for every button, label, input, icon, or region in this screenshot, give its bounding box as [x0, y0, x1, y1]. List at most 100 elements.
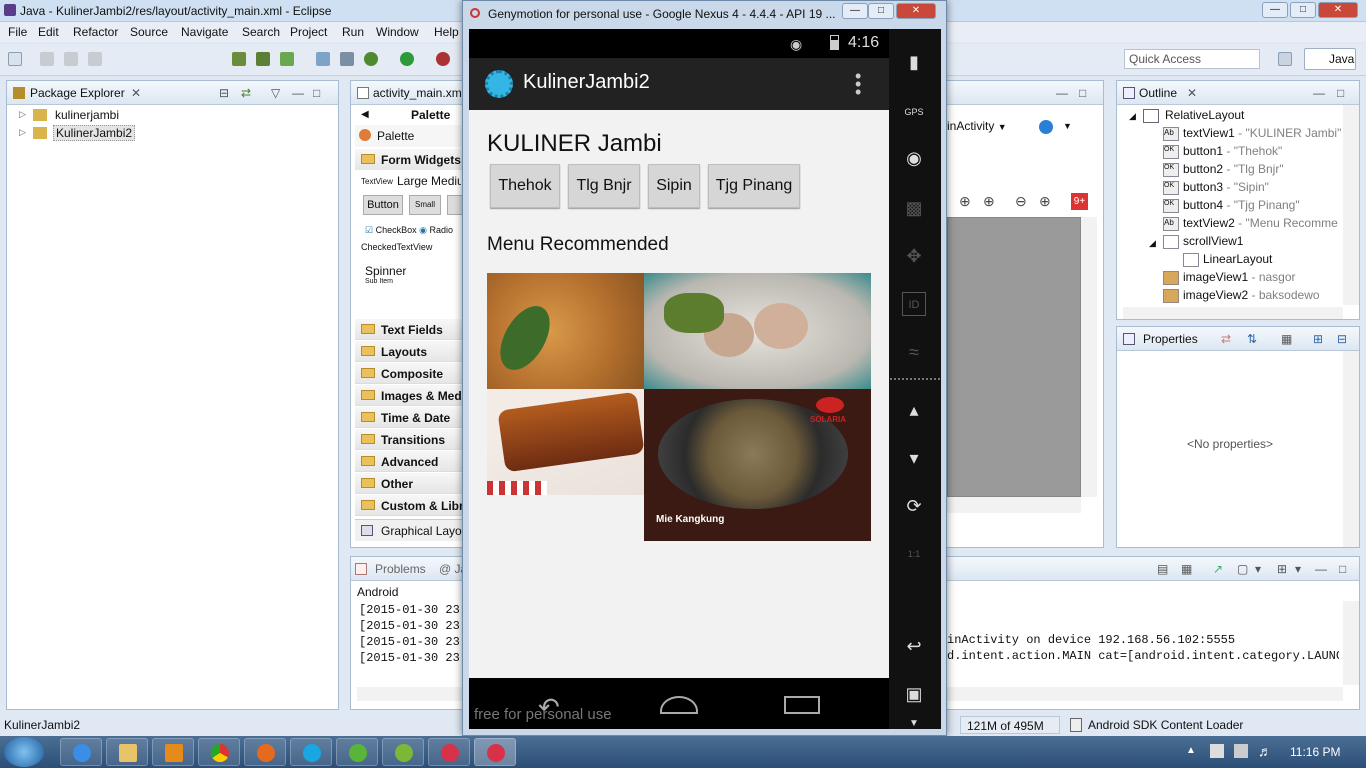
taskbar-genymotion[interactable] — [428, 738, 470, 766]
skip-breakpoints-icon[interactable] — [340, 52, 354, 66]
menu-refactor[interactable]: Refactor — [73, 25, 118, 39]
app-logo-icon[interactable] — [485, 70, 513, 98]
rotate-icon[interactable]: ⟳ — [902, 494, 926, 518]
taskbar-genymotion-device[interactable] — [474, 738, 516, 766]
expand-all-icon[interactable]: ⊞ — [1313, 332, 1323, 346]
palette-checkedtextview[interactable]: CheckedTextView — [361, 242, 432, 252]
food-image-nasgor[interactable] — [487, 273, 644, 389]
palette-checkbox[interactable]: ☑ CheckBox ◉ Radio — [365, 225, 453, 236]
start-button[interactable] — [4, 737, 44, 767]
minimize-view-icon[interactable]: — — [1315, 562, 1327, 576]
dropdown-arrow-icon[interactable]: ▾ — [1255, 562, 1261, 576]
link-editor-icon[interactable]: ⇄ — [241, 86, 251, 100]
open-console-icon[interactable]: ⊞ — [1277, 562, 1287, 576]
scale-icon[interactable]: 1:1 — [902, 542, 926, 566]
volume-down-icon[interactable]: ▾ — [902, 446, 926, 470]
palette-custom-libraries[interactable]: Custom & Libr — [355, 495, 465, 516]
palette-text-fields[interactable]: Text Fields — [355, 319, 465, 340]
outline-node-imageview1[interactable]: imageView1 - nasgor — [1183, 270, 1296, 284]
outline-node-textview1[interactable]: textView1 - "KULINER Jambi" — [1183, 126, 1357, 140]
volume-up-icon[interactable]: ▴ — [902, 398, 926, 422]
android-sdk-icon[interactable] — [232, 52, 246, 66]
gps-widget-icon[interactable]: GPS — [902, 98, 926, 122]
activity-selector[interactable]: inActivity ▼ — [947, 119, 1007, 133]
view-menu-icon[interactable]: ▽ — [271, 86, 280, 100]
console-vertical-scrollbar[interactable] — [1343, 601, 1359, 685]
tray-arrow-icon[interactable]: ▲ — [1186, 745, 1196, 756]
taskbar-media[interactable] — [152, 738, 194, 766]
genymotion-close-button[interactable]: ✕ — [896, 3, 936, 19]
button-tjg-pinang[interactable]: Tjg Pinang — [708, 164, 800, 208]
outline-node-textview2[interactable]: textView2 - "Menu Recomme — [1183, 216, 1357, 230]
taskbar-skype[interactable] — [290, 738, 332, 766]
package-explorer-tab[interactable]: Package Explorer — [30, 86, 125, 100]
button-sipin[interactable]: Sipin — [648, 164, 700, 208]
run-icon[interactable] — [400, 52, 414, 66]
outline-horizontal-scrollbar[interactable] — [1123, 307, 1343, 319]
menu-help[interactable]: Help — [434, 25, 459, 39]
recents-nav-icon[interactable] — [784, 696, 820, 714]
sort-alpha-icon[interactable]: ⇅ — [1247, 332, 1257, 346]
outline-tab[interactable]: Outline — [1139, 86, 1177, 100]
collapse-arrow-icon[interactable]: ◢ — [1149, 238, 1156, 249]
maximize-view-icon[interactable]: □ — [313, 86, 320, 100]
taskbar-utorrent[interactable] — [382, 738, 424, 766]
print-icon[interactable] — [88, 52, 102, 66]
recent-apps-icon[interactable]: ▣ — [902, 682, 926, 706]
minimize-button[interactable]: — — [1262, 2, 1288, 18]
outline-node-button3[interactable]: button3 - "Sipin" — [1183, 180, 1269, 194]
scroll-lock-icon[interactable]: ▦ — [1181, 562, 1192, 576]
save-all-icon[interactable] — [64, 52, 78, 66]
menu-navigate[interactable]: Navigate — [181, 25, 228, 39]
zoom-out-icon[interactable]: ⊖ — [1015, 193, 1027, 210]
tray-power-icon[interactable] — [1234, 744, 1248, 758]
button-tlg-bnjr[interactable]: Tlg Bnjr — [568, 164, 640, 208]
advanced-properties-icon[interactable]: ▦ — [1281, 332, 1292, 346]
taskbar-ie[interactable] — [60, 738, 102, 766]
battery-widget-icon[interactable]: ▮ — [902, 50, 926, 74]
tray-network-icon[interactable] — [1210, 744, 1224, 758]
palette-advanced[interactable]: Advanced — [355, 451, 465, 472]
menu-edit[interactable]: Edit — [38, 25, 59, 39]
collapse-all-icon[interactable]: ⊟ — [219, 86, 229, 100]
dpad-widget-icon[interactable]: ✥ — [902, 244, 926, 268]
taskbar-explorer[interactable] — [106, 738, 148, 766]
palette-form-widgets[interactable]: Form Widgets — [355, 149, 463, 170]
open-perspective-icon[interactable] — [1278, 52, 1292, 66]
outline-vertical-scrollbar[interactable] — [1343, 105, 1359, 305]
locale-dropdown-icon[interactable]: ▼ — [1063, 121, 1072, 131]
palette-toggle-button[interactable] — [447, 195, 463, 215]
quick-access-input[interactable]: Quick Access — [1124, 49, 1260, 69]
palette-spinner[interactable]: Spinner — [365, 264, 406, 278]
outline-node-button1[interactable]: button1 - "Thehok" — [1183, 144, 1282, 158]
taskbar-clock[interactable]: 11:16 PM — [1290, 745, 1340, 759]
properties-tab[interactable]: Properties — [1143, 332, 1198, 346]
camera-widget-icon[interactable]: ◉ — [902, 146, 926, 170]
palette-other[interactable]: Other — [355, 473, 465, 494]
lint-warnings-badge[interactable]: 9+ — [1071, 193, 1088, 210]
expand-arrow-icon[interactable]: ▷ — [19, 127, 26, 138]
minimize-editor-icon[interactable]: — — [1056, 86, 1068, 100]
menu-window[interactable]: Window — [376, 25, 419, 39]
project-item-kulinerjambi2[interactable]: KulinerJambi2 — [53, 125, 136, 141]
heap-status[interactable]: 121M of 495M — [960, 716, 1060, 734]
close-tab-icon[interactable]: ✕ — [1187, 86, 1197, 100]
menu-source[interactable]: Source — [130, 25, 168, 39]
maximize-editor-icon[interactable]: □ — [1079, 86, 1086, 100]
canvas-vertical-scrollbar[interactable] — [1081, 217, 1097, 497]
display-console-icon[interactable]: ▢ — [1237, 562, 1248, 576]
outline-node-imageview2[interactable]: imageView2 - baksodewo — [1183, 288, 1320, 302]
save-icon[interactable] — [40, 52, 54, 66]
minimize-view-icon[interactable]: — — [292, 86, 304, 100]
maximize-button[interactable]: □ — [1290, 2, 1316, 18]
collapse-all-icon[interactable]: ⊟ — [1337, 332, 1347, 346]
problems-tab[interactable]: Problems — [375, 562, 426, 576]
palette-left-arrow-icon[interactable]: ◀ — [361, 109, 369, 120]
taskbar-chrome[interactable] — [198, 738, 240, 766]
graphical-layout-tab[interactable]: Graphical Layou — [355, 519, 468, 541]
debug-icon[interactable] — [364, 52, 378, 66]
palette-time-date[interactable]: Time & Date — [355, 407, 465, 428]
collapse-arrow-icon[interactable]: ◢ — [1129, 111, 1136, 122]
filter-icon[interactable]: ⇄ — [1221, 332, 1231, 346]
menu-run[interactable]: Run — [342, 25, 364, 39]
